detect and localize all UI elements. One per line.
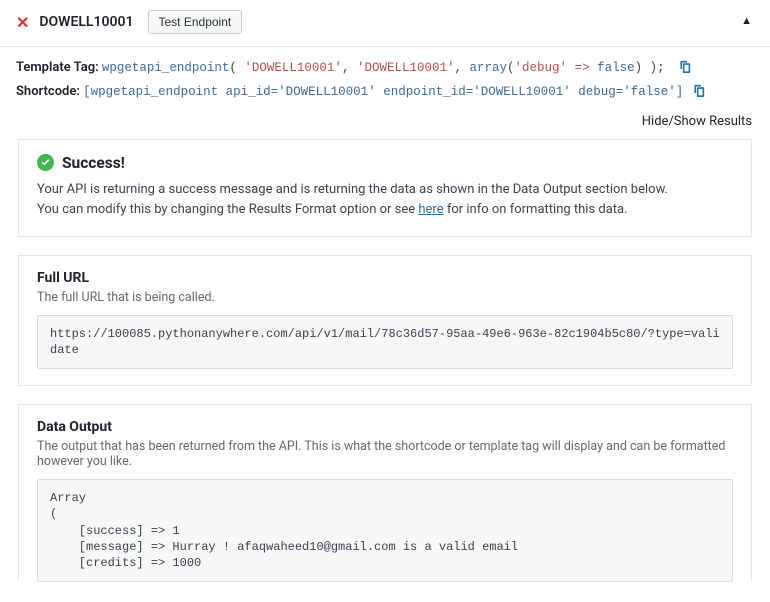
copy-template-icon[interactable] [678,59,691,72]
data-output-title: Data Output [37,419,733,435]
data-output-value: Array ( [success] => 1 [message] => Hurr… [37,479,733,582]
success-title: Success! [62,154,125,172]
panel-header: ✕ DOWELL10001 Test Endpoint ▲ [0,0,770,47]
full-url-sub: The full URL that is being called. [37,290,733,305]
copy-shortcode-icon[interactable] [692,83,705,96]
data-output-panel: Data Output The output that has been ret… [18,404,752,582]
code-tags-section: Template Tag: wpgetapi_endpoint( 'DOWELL… [0,47,770,108]
shortcode-code: [wpgetapi_endpoint api_id='DOWELL10001' … [83,85,683,99]
success-desc-2: You can modify this by changing the Resu… [37,200,733,220]
toggle-results-link[interactable]: Hide/Show Results [0,108,770,139]
template-tag-code: wpgetapi_endpoint( 'DOWELL10001', 'DOWEL… [102,61,672,75]
template-tag-row: Template Tag: wpgetapi_endpoint( 'DOWELL… [16,57,754,79]
shortcode-label: Shortcode: [16,84,80,99]
shortcode-row: Shortcode: [wpgetapi_endpoint api_id='DO… [16,81,754,103]
full-url-panel: Full URL The full URL that is being call… [18,255,752,386]
success-check-icon [37,154,54,171]
full-url-value: https://100085.pythonanywhere.com/api/v1… [37,315,733,369]
success-panel: Success! Your API is returning a success… [18,139,752,237]
data-output-sub: The output that has been returned from t… [37,439,733,469]
test-endpoint-button[interactable]: Test Endpoint [148,10,243,34]
full-url-title: Full URL [37,270,733,286]
template-tag-label: Template Tag: [16,60,99,75]
endpoint-title: DOWELL10001 [39,14,133,30]
collapse-icon[interactable]: ▲ [741,14,752,27]
format-info-link[interactable]: here [418,202,443,217]
close-icon[interactable]: ✕ [16,13,29,32]
success-desc-1: Your API is returning a success message … [37,180,733,200]
